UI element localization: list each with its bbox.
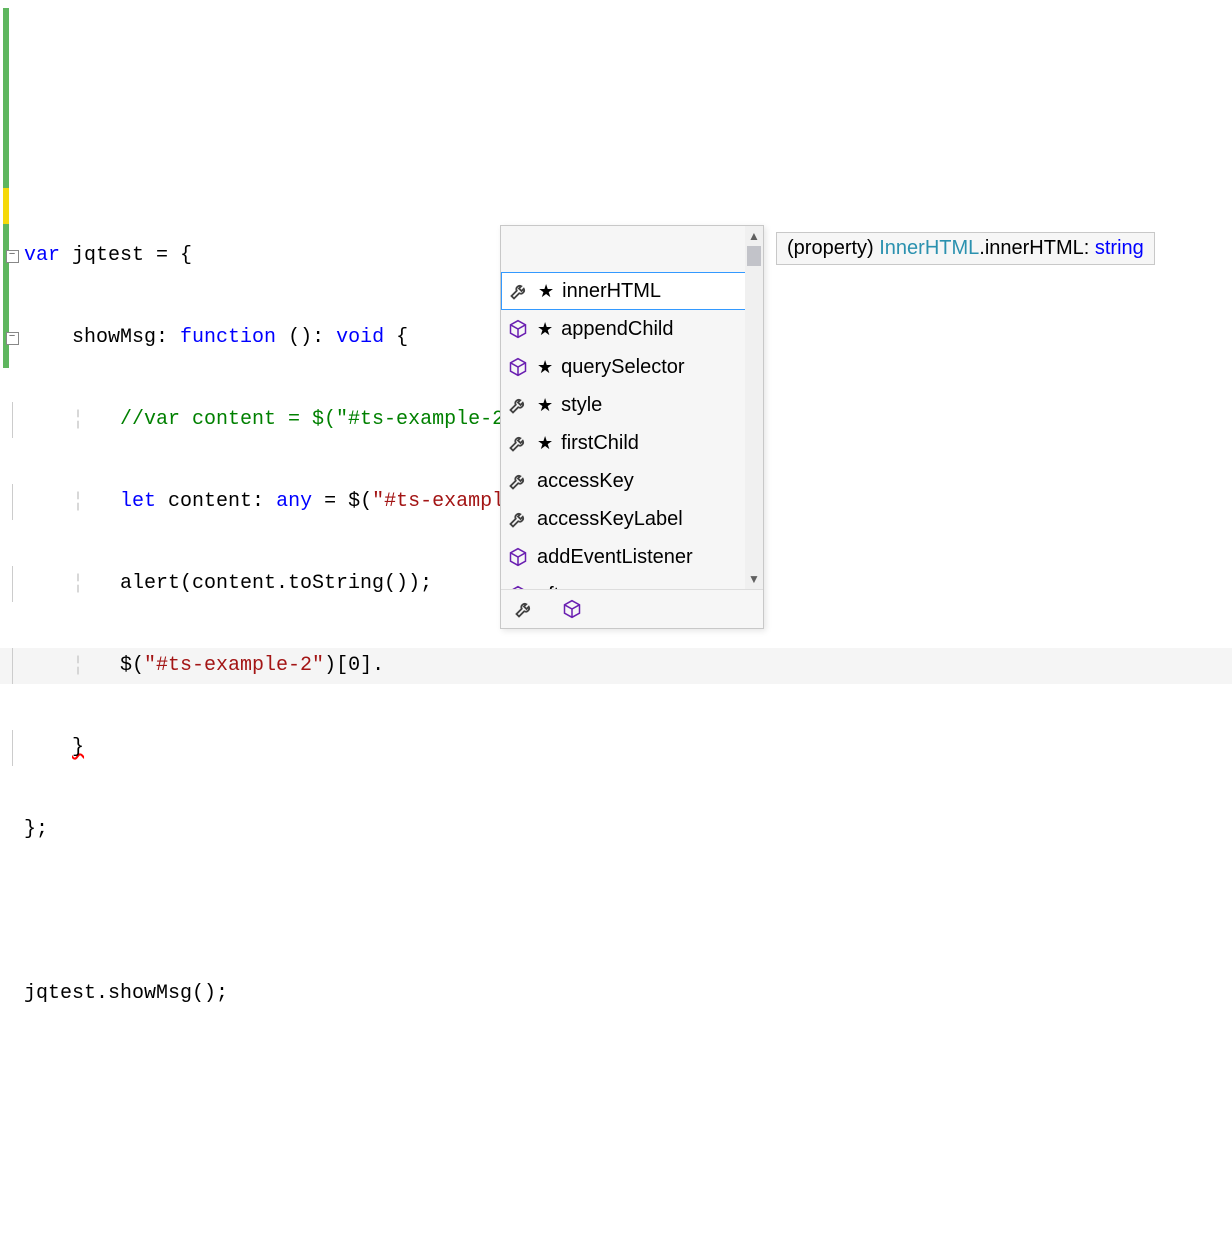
intellisense-item-label: querySelector xyxy=(561,356,684,379)
code-text: alert(content.toString()); xyxy=(120,566,432,602)
keyword: any xyxy=(276,484,312,520)
intellisense-item-label: appendChild xyxy=(561,318,673,341)
scroll-track[interactable] xyxy=(745,246,763,569)
code-line-current[interactable]: ¦ $("#ts-example-2")[0]. xyxy=(0,648,1232,684)
star-icon: ★ xyxy=(537,357,553,378)
code-text: = $( xyxy=(312,484,372,520)
fold-toggle[interactable]: − xyxy=(0,332,24,345)
intellisense-item-label: style xyxy=(561,394,602,417)
wrench-icon[interactable] xyxy=(513,598,535,620)
keyword: void xyxy=(336,320,384,356)
code-text: (): xyxy=(276,320,336,356)
error-squiggle: } xyxy=(72,730,84,766)
signature-tooltip: (property) InnerHTML.innerHTML: string xyxy=(776,232,1155,265)
intellisense-list[interactable]: ★ innerHTML ★ appendChild ★ querySelector ★ sty… xyxy=(501,226,763,589)
code-text: }; xyxy=(24,812,48,848)
string-literal: "#ts-example-2" xyxy=(144,648,324,684)
intellisense-item[interactable]: addEventListener xyxy=(501,538,763,576)
scrollbar[interactable]: ▲ ▼ xyxy=(745,226,763,589)
code-text: jqtest.showMsg(); xyxy=(24,976,228,1012)
scroll-up-icon[interactable]: ▲ xyxy=(745,226,763,246)
intellisense-popup[interactable]: ★ innerHTML ★ appendChild ★ querySelector ★ sty… xyxy=(500,225,764,629)
star-icon: ★ xyxy=(537,319,553,340)
intellisense-item-label: after xyxy=(537,584,577,590)
star-icon: ★ xyxy=(537,433,553,454)
intellisense-item-label: firstChild xyxy=(561,432,639,455)
code-text: { xyxy=(384,320,408,356)
wrench-icon xyxy=(507,432,529,454)
intellisense-item-label: innerHTML xyxy=(562,280,661,303)
intellisense-item[interactable]: ★ querySelector xyxy=(501,348,763,386)
indent xyxy=(24,730,72,766)
code-line[interactable]: }; xyxy=(0,812,1232,848)
star-icon: ★ xyxy=(537,395,553,416)
cube-icon xyxy=(507,318,529,340)
intellisense-item-label: addEventListener xyxy=(537,546,693,569)
code-line[interactable] xyxy=(0,894,1232,930)
cube-icon xyxy=(507,546,529,568)
cube-icon[interactable] xyxy=(561,598,583,620)
intellisense-footer xyxy=(501,589,763,628)
intellisense-item[interactable]: accessKey xyxy=(501,462,763,500)
code-text: )[0]. xyxy=(324,648,384,684)
intellisense-item-label: accessKey xyxy=(537,470,634,493)
intellisense-item[interactable]: ★ appendChild xyxy=(501,310,763,348)
code-text: content: xyxy=(156,484,276,520)
tooltip-returntype: string xyxy=(1095,237,1144,259)
cube-icon xyxy=(507,356,529,378)
code-text: showMsg: xyxy=(72,320,180,356)
change-bar-green-1 xyxy=(3,8,9,188)
scroll-down-icon[interactable]: ▼ xyxy=(745,569,763,589)
tooltip-type: InnerHTML xyxy=(879,237,979,259)
tooltip-member: .innerHTML: xyxy=(979,237,1095,259)
keyword: var xyxy=(24,238,60,274)
cube-icon xyxy=(507,584,529,589)
keyword: let xyxy=(120,484,156,520)
intellisense-item[interactable]: ★ innerHTML xyxy=(501,272,763,310)
code-line[interactable]: } xyxy=(0,730,1232,766)
code-text: jqtest = { xyxy=(60,238,192,274)
keyword: function xyxy=(180,320,276,356)
fold-toggle[interactable]: − xyxy=(0,250,24,263)
intellisense-item[interactable]: accessKeyLabel xyxy=(501,500,763,538)
scroll-thumb[interactable] xyxy=(747,246,761,266)
indent xyxy=(24,320,72,356)
tooltip-prefix: (property) xyxy=(787,237,879,259)
indent-guide: ¦ xyxy=(24,566,120,602)
code-line[interactable]: jqtest.showMsg(); xyxy=(0,976,1232,1012)
indent-guide: ¦ xyxy=(24,484,120,520)
intellisense-item[interactable]: after xyxy=(501,576,763,589)
star-icon: ★ xyxy=(538,281,554,302)
wrench-icon xyxy=(507,394,529,416)
intellisense-item[interactable]: ★ firstChild xyxy=(501,424,763,462)
wrench-icon xyxy=(507,508,529,530)
indent-guide: ¦ xyxy=(24,648,120,684)
intellisense-item[interactable]: ★ style xyxy=(501,386,763,424)
indent-guide: ¦ xyxy=(24,402,120,438)
wrench-icon xyxy=(508,280,530,302)
code-text: $( xyxy=(120,648,144,684)
intellisense-item-label: accessKeyLabel xyxy=(537,508,683,531)
wrench-icon xyxy=(507,470,529,492)
